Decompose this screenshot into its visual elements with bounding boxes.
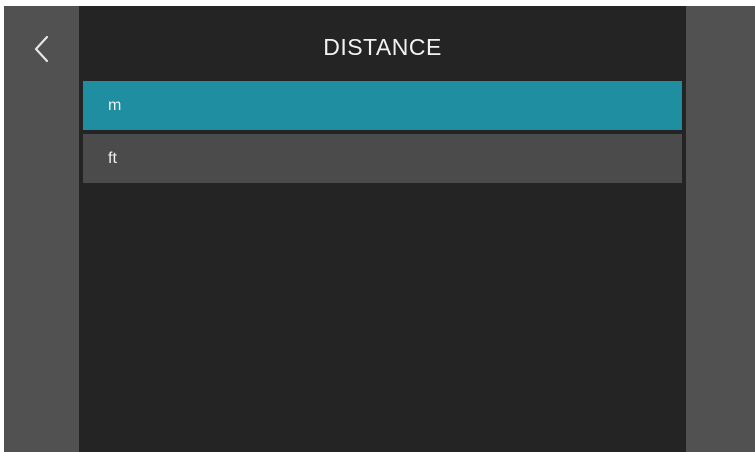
option-meters[interactable]: m (83, 81, 682, 130)
option-label: m (108, 97, 122, 114)
page-title: DISTANCE (323, 34, 442, 60)
option-feet[interactable]: ft (83, 134, 682, 183)
settings-screen: DISTANCE m ft (4, 6, 755, 452)
right-side-rail (686, 6, 755, 452)
chevron-left-icon (34, 35, 48, 63)
unit-option-list: m ft (83, 81, 682, 187)
option-label: ft (108, 150, 117, 167)
back-button[interactable] (4, 24, 79, 74)
